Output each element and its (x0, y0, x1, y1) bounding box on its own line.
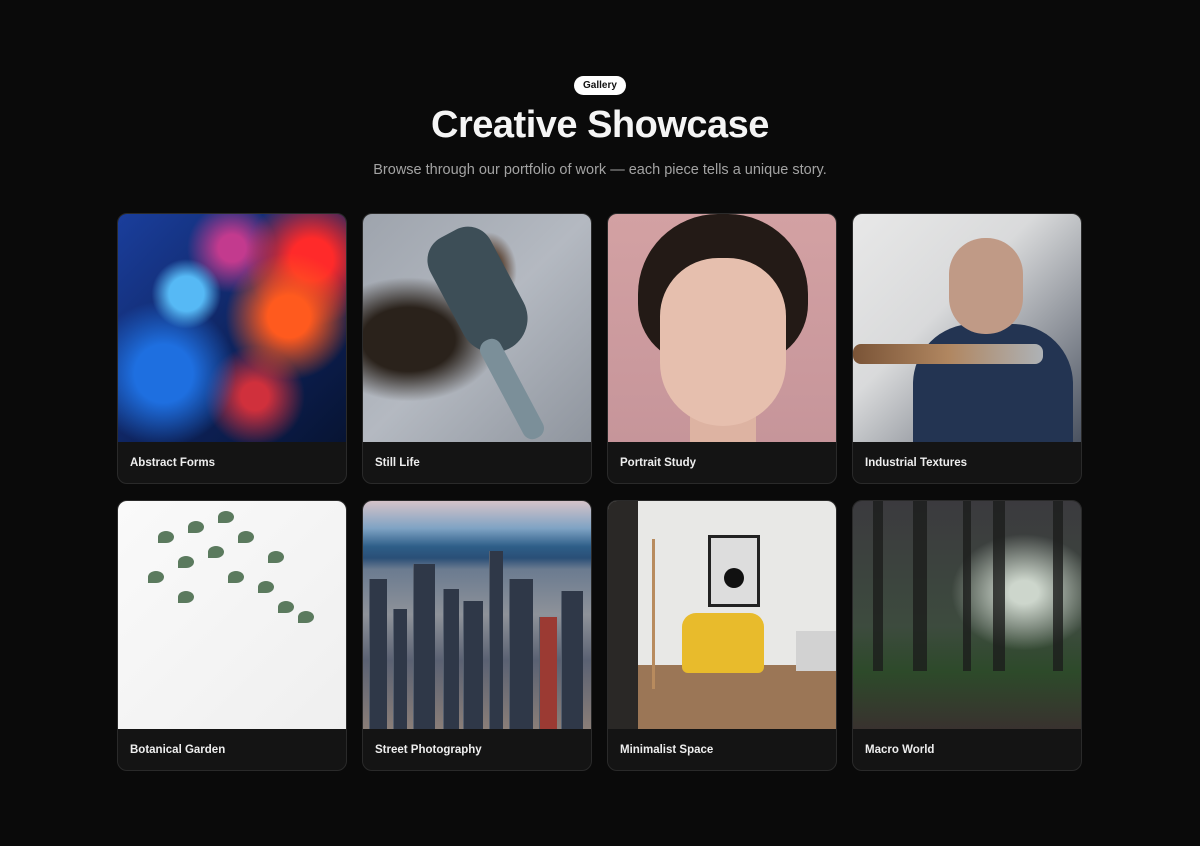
gallery-card-botanical-garden[interactable]: Botanical Garden (117, 500, 347, 771)
page-subtitle: Browse through our portfolio of work — e… (373, 162, 827, 178)
gallery-image-street-photography (363, 501, 591, 729)
gallery-image-portrait-study (608, 214, 836, 442)
gallery-card-title: Minimalist Space (620, 743, 714, 756)
gallery-image-minimalist-space (608, 501, 836, 729)
gallery-card-macro-world[interactable]: Macro World (852, 500, 1082, 771)
page-title: Creative Showcase (431, 104, 769, 146)
gallery-card-title: Industrial Textures (865, 456, 968, 469)
gallery-card-title: Street Photography (375, 743, 482, 756)
gallery-card-street-photography[interactable]: Street Photography (362, 500, 592, 771)
gallery-badge: Gallery (574, 76, 626, 95)
gallery-card-portrait-study[interactable]: Portrait Study (607, 213, 837, 484)
gallery-card-abstract-forms[interactable]: Abstract Forms (117, 213, 347, 484)
gallery-card-title: Abstract Forms (130, 456, 215, 469)
gallery-card-still-life[interactable]: Still Life (362, 213, 592, 484)
gallery-card-industrial-textures[interactable]: Industrial Textures (852, 213, 1082, 484)
gallery-card-title: Still Life (375, 456, 420, 469)
gallery-card-minimalist-space[interactable]: Minimalist Space (607, 500, 837, 771)
gallery-grid: Abstract Forms Still Life Portrait Study… (117, 213, 1082, 771)
gallery-image-abstract-forms (118, 214, 346, 442)
gallery-image-industrial-textures (853, 214, 1081, 442)
gallery-card-title: Portrait Study (620, 456, 697, 469)
gallery-image-botanical-garden (118, 501, 346, 729)
gallery-image-still-life (363, 214, 591, 442)
gallery-card-title: Macro World (865, 743, 935, 756)
gallery-image-macro-world (853, 501, 1081, 729)
gallery-card-title: Botanical Garden (130, 743, 226, 756)
